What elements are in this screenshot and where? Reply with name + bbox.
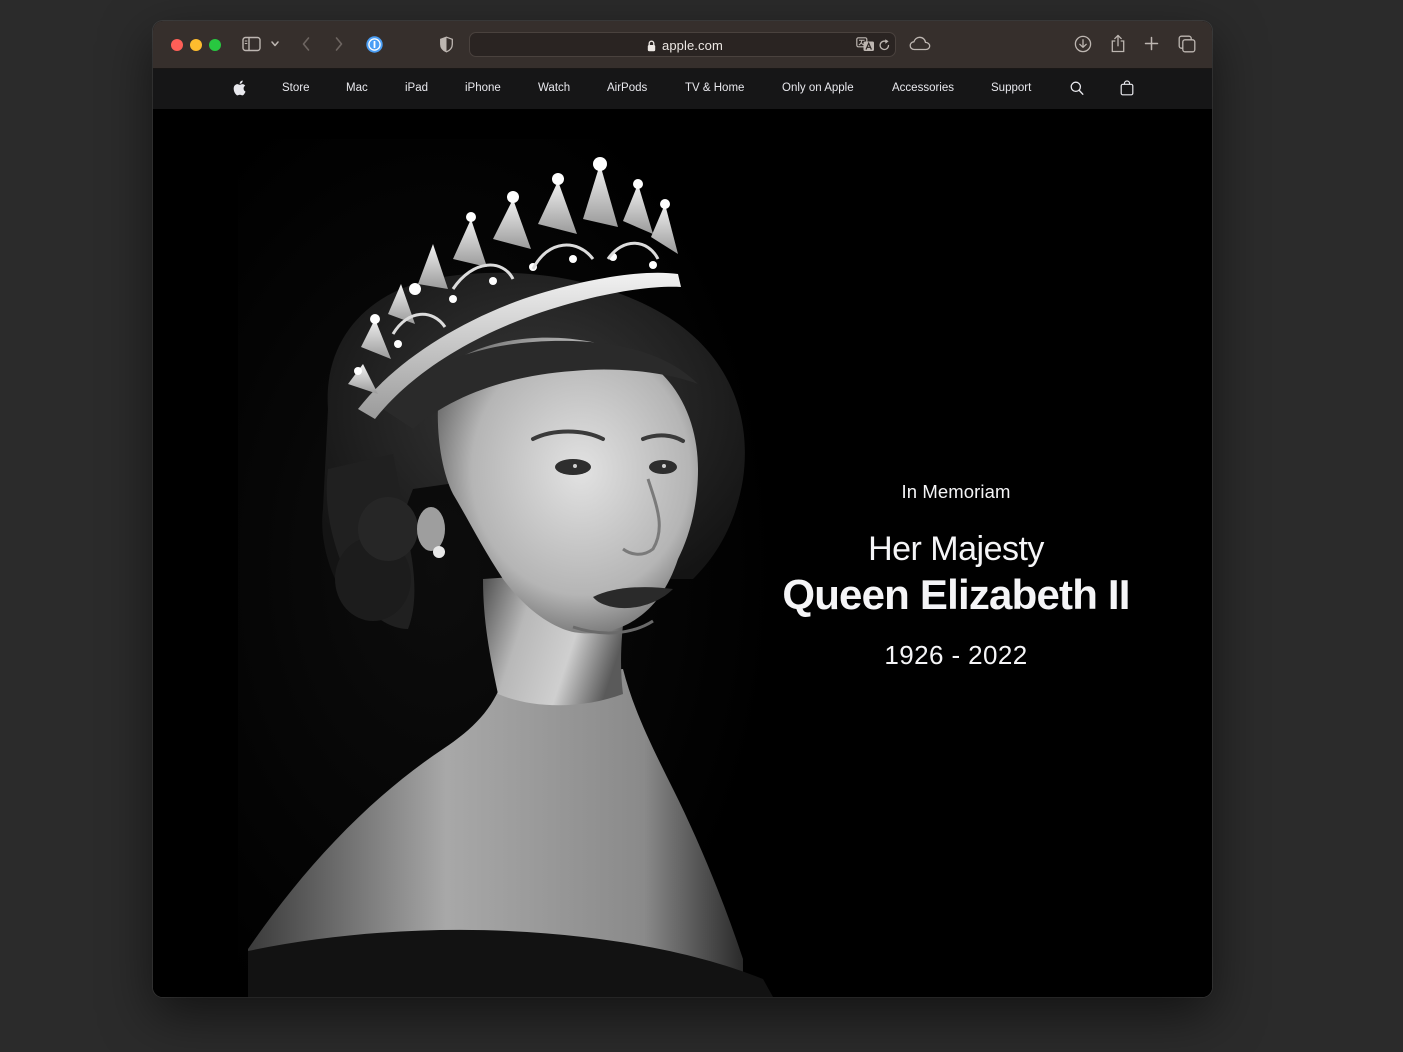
- memoriam-hero: In Memoriam Her Majesty Queen Elizabeth …: [153, 109, 1212, 997]
- nav-item-support[interactable]: Support: [991, 82, 1031, 94]
- privacy-shield-icon[interactable]: [439, 36, 454, 53]
- back-chevron-icon[interactable]: [301, 36, 311, 52]
- nav-item-store[interactable]: Store: [282, 82, 310, 94]
- hero-dates: 1926 - 2022: [884, 640, 1028, 670]
- tab-overview-icon[interactable]: [1178, 35, 1196, 53]
- lock-icon: [647, 39, 656, 57]
- hero-eyebrow: In Memoriam: [901, 481, 1011, 502]
- nav-item-iphone[interactable]: iPhone: [465, 82, 501, 94]
- nav-item-ipad[interactable]: iPad: [405, 82, 428, 94]
- address-bar[interactable]: apple.com: [469, 32, 896, 57]
- icloud-tabs-icon[interactable]: [909, 36, 931, 51]
- apple-global-nav: Store Mac iPad iPhone Watch AirPods TV &…: [153, 69, 1212, 109]
- hero-headline-line2: Queen Elizabeth II: [782, 571, 1130, 618]
- new-tab-plus-icon[interactable]: [1144, 36, 1159, 51]
- downloads-icon[interactable]: [1074, 35, 1092, 53]
- nav-item-tv-home[interactable]: TV & Home: [685, 82, 744, 94]
- password-manager-icon[interactable]: [365, 35, 384, 54]
- close-window-button[interactable]: [171, 39, 183, 51]
- minimize-window-button[interactable]: [190, 39, 202, 51]
- hero-headline-line1: Her Majesty: [868, 530, 1044, 568]
- reload-icon[interactable]: [878, 38, 891, 57]
- nav-item-accessories[interactable]: Accessories: [892, 82, 954, 94]
- browser-window: apple.com Store Mac iPad iPhone Watch Ai…: [153, 21, 1212, 997]
- chevron-down-icon[interactable]: [270, 40, 280, 48]
- share-icon[interactable]: [1110, 34, 1126, 53]
- address-url: apple.com: [662, 38, 723, 53]
- nav-item-airpods[interactable]: AirPods: [607, 82, 647, 94]
- translate-icon[interactable]: [856, 37, 875, 57]
- nav-item-mac[interactable]: Mac: [346, 82, 368, 94]
- apple-logo-icon[interactable]: [232, 80, 246, 101]
- search-icon[interactable]: [1070, 81, 1084, 101]
- nav-item-watch[interactable]: Watch: [538, 82, 570, 94]
- sidebar-toggle-icon[interactable]: [242, 36, 261, 52]
- browser-toolbar: apple.com: [153, 21, 1212, 69]
- shopping-bag-icon[interactable]: [1120, 80, 1134, 101]
- forward-chevron-icon[interactable]: [334, 36, 344, 52]
- zoom-window-button[interactable]: [209, 39, 221, 51]
- nav-item-only-on-apple[interactable]: Only on Apple: [782, 82, 854, 94]
